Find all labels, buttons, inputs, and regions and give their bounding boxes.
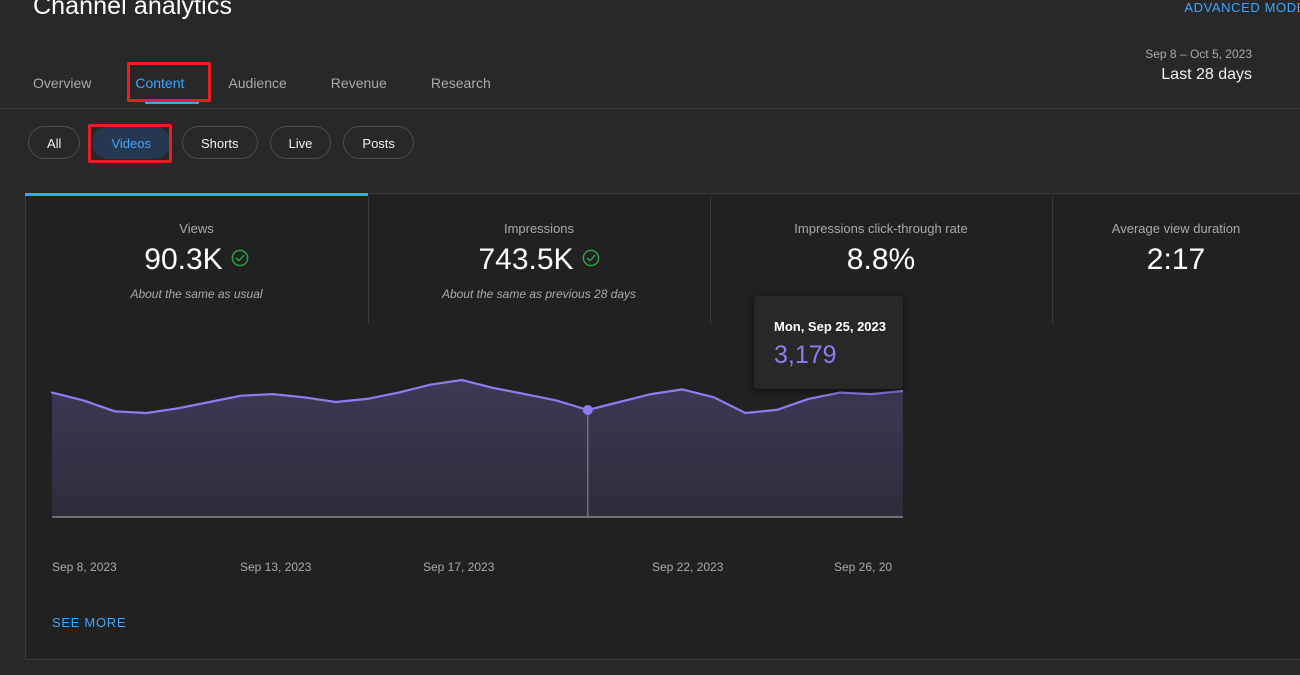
metric-value-row: 743.5K bbox=[368, 242, 710, 278]
channel-analytics-page: Channel analytics ADVANCED MODE Sep 8 – … bbox=[0, 0, 1300, 675]
metric-label: Average view duration bbox=[1111, 221, 1241, 236]
metric-label: Impressions click-through rate bbox=[794, 221, 968, 236]
chart-tooltip: Mon, Sep 25, 2023 3,179 bbox=[754, 296, 903, 389]
header-divider bbox=[0, 108, 1300, 109]
content-type-filter-chips: All Videos Shorts Live Posts bbox=[28, 126, 414, 159]
metric-tile-impressions[interactable]: Impressions 743.5K About the same as pre… bbox=[368, 196, 710, 324]
chip-live[interactable]: Live bbox=[269, 126, 332, 159]
check-circle-icon bbox=[231, 249, 249, 272]
check-circle-icon bbox=[582, 249, 600, 272]
chip-videos[interactable]: Videos bbox=[92, 126, 170, 159]
tooltip-value: 3,179 bbox=[774, 341, 837, 369]
chip-all[interactable]: All bbox=[28, 126, 81, 159]
date-range-selector[interactable]: Sep 8 – Oct 5, 2023 Last 28 days bbox=[1145, 46, 1252, 86]
metric-tile-views[interactable]: Views 90.3K About the same as usual bbox=[25, 196, 368, 324]
chart-x-tick-label: Sep 17, 2023 bbox=[423, 560, 495, 574]
chart-hover-point bbox=[582, 405, 593, 416]
chart-x-tick-label: Sep 22, 2023 bbox=[652, 560, 724, 574]
chart-area-fill bbox=[52, 380, 903, 517]
metric-value: 90.3K bbox=[144, 243, 223, 276]
chip-posts[interactable]: Posts bbox=[343, 126, 414, 159]
tab-audience[interactable]: Audience bbox=[206, 68, 308, 98]
metric-tile-average-view-duration[interactable]: Average view duration 2:17 bbox=[1052, 196, 1300, 324]
tooltip-date: Mon, Sep 25, 2023 bbox=[774, 319, 886, 334]
metric-trend: About the same as usual bbox=[130, 287, 263, 301]
active-tab-indicator bbox=[145, 99, 199, 104]
card-bottom-edge bbox=[25, 659, 903, 660]
card-top-line bbox=[368, 193, 1300, 194]
metric-value: 8.8% bbox=[846, 243, 916, 276]
chart-x-axis-labels: Sep 8, 2023 Sep 13, 2023 Sep 17, 2023 Sep 2… bbox=[26, 560, 903, 580]
metric-label: Impressions bbox=[503, 221, 575, 236]
chart-x-tick-label: Sep 13, 2023 bbox=[240, 560, 312, 574]
see-more-link[interactable]: SEE MORE bbox=[52, 615, 126, 630]
metric-label: Views bbox=[179, 221, 214, 236]
date-preset-text: Last 28 days bbox=[1161, 66, 1252, 83]
metric-value-row: 90.3K bbox=[25, 242, 368, 278]
metric-tiles: Views 90.3K About the same as usual Impr… bbox=[25, 196, 1300, 324]
metric-value-row: 8.8% bbox=[710, 242, 1052, 278]
metric-trend: About the same as previous 28 days bbox=[441, 287, 637, 301]
metric-value-row: 2:17 bbox=[1052, 242, 1300, 278]
metric-value: 743.5K bbox=[478, 243, 574, 276]
active-metric-indicator bbox=[25, 193, 368, 196]
date-range-text: Sep 8 – Oct 5, 2023 bbox=[1145, 47, 1252, 61]
tab-revenue[interactable]: Revenue bbox=[309, 68, 409, 98]
metric-value: 2:17 bbox=[1146, 243, 1206, 276]
chip-shorts[interactable]: Shorts bbox=[181, 126, 258, 159]
chart-x-tick-label: Sep 26, 20 bbox=[834, 560, 893, 574]
page-title: Channel analytics bbox=[33, 0, 233, 20]
tab-content[interactable]: Content bbox=[113, 68, 206, 98]
chart-x-tick-label: Sep 8, 2023 bbox=[52, 560, 117, 574]
tab-research[interactable]: Research bbox=[409, 68, 513, 98]
advanced-mode-link[interactable]: ADVANCED MODE bbox=[1184, 0, 1300, 15]
tab-overview[interactable]: Overview bbox=[33, 68, 113, 98]
analytics-tabs: Overview Content Audience Revenue Resear… bbox=[33, 68, 513, 98]
